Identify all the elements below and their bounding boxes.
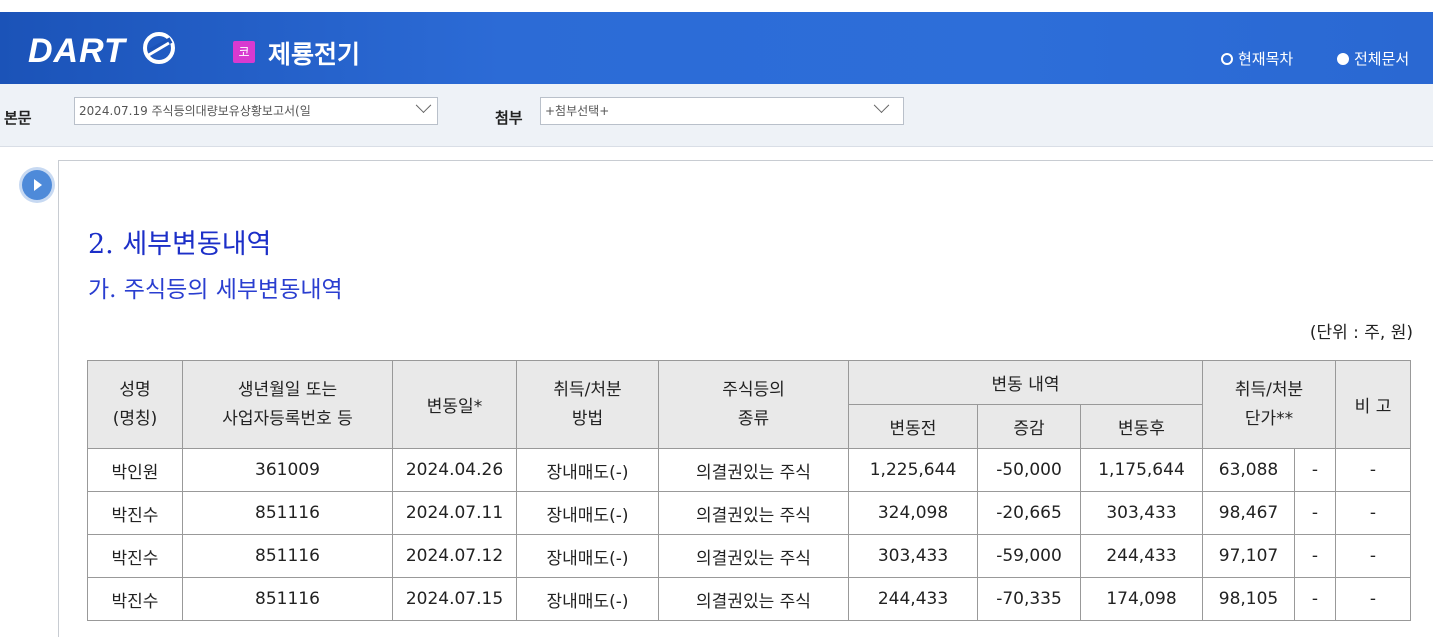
cell-after: 303,433	[1080, 491, 1203, 535]
cell-delta: -70,335	[977, 577, 1081, 621]
toc-toggle-button[interactable]	[22, 170, 52, 200]
table-row: 박인원 361009 2024.04.26 장내매도(-) 의결권있는 주식 1…	[87, 448, 1411, 492]
company-title: 제룡전기	[268, 40, 361, 69]
cell-price: 97,107	[1202, 534, 1295, 578]
cell-before: 1,225,644	[848, 448, 978, 492]
share-change-table: 성명 (명칭) 생년월일 또는 사업자등록번호 등 변동일* 취득/처분 방법 …	[87, 360, 1411, 621]
cell-price: 63,088	[1202, 448, 1295, 492]
header-change-group: 변동 내역	[848, 360, 1203, 405]
attachment-select-value: +첨부선택+	[545, 104, 610, 118]
cell-type: 의결권있는 주식	[658, 491, 849, 535]
cell-price-extra: -	[1294, 448, 1336, 492]
cell-name: 박진수	[87, 534, 183, 578]
table-row: 박진수 851116 2024.07.12 장내매도(-) 의결권있는 주식 3…	[87, 534, 1411, 578]
cell-price: 98,105	[1202, 577, 1295, 621]
cell-name: 박인원	[87, 448, 183, 492]
table-row: 박진수 851116 2024.07.15 장내매도(-) 의결권있는 주식 2…	[87, 577, 1411, 621]
main-document-select[interactable]: 2024.07.19 주식등의대량보유상황보고서(일	[74, 97, 438, 125]
chevron-down-icon	[873, 98, 890, 114]
chevron-down-icon	[415, 98, 432, 114]
section-subheading: 가. 주식등의 세부변동내역	[88, 277, 343, 303]
cell-price: 98,467	[1202, 491, 1295, 535]
cell-method: 장내매도(-)	[516, 534, 659, 578]
cell-after: 1,175,644	[1080, 448, 1203, 492]
cell-price-extra: -	[1294, 491, 1336, 535]
header-method: 취득/처분 방법	[516, 360, 659, 449]
cell-before: 324,098	[848, 491, 978, 535]
cell-id: 851116	[182, 491, 393, 535]
cell-delta: -50,000	[977, 448, 1081, 492]
cell-note: -	[1335, 577, 1411, 621]
cell-after: 244,433	[1080, 534, 1203, 578]
dart-logo[interactable]: DART	[28, 32, 126, 71]
cell-before: 303,433	[848, 534, 978, 578]
company-badge-icon: 코	[233, 41, 255, 63]
cell-date: 2024.04.26	[392, 448, 517, 492]
cell-method: 장내매도(-)	[516, 491, 659, 535]
header-before: 변동전	[848, 404, 978, 449]
header-type: 주식등의 종류	[658, 360, 849, 449]
table-row: 박진수 851116 2024.07.11 장내매도(-) 의결권있는 주식 3…	[87, 491, 1411, 535]
unit-note: (단위 : 주, 원)	[1309, 323, 1413, 343]
cell-note: -	[1335, 534, 1411, 578]
cell-id: 851116	[182, 577, 393, 621]
document-toolbar: 본문 2024.07.19 주식등의대량보유상황보고서(일 첨부 +첨부선택+	[0, 84, 1433, 147]
cell-type: 의결권있는 주식	[658, 448, 849, 492]
view-full-document-option[interactable]: 전체문서	[1337, 48, 1409, 69]
radio-unselected-icon	[1221, 52, 1233, 65]
app-header: DART 코 제룡전기 현재목차 전체문서	[0, 12, 1433, 84]
dart-logo-mark-icon	[143, 32, 175, 64]
cell-delta: -59,000	[977, 534, 1081, 578]
cell-price-extra: -	[1294, 534, 1336, 578]
cell-id: 361009	[182, 448, 393, 492]
cell-method: 장내매도(-)	[516, 577, 659, 621]
attachment-label: 첨부	[495, 109, 523, 127]
header-price: 취득/처분 단가**	[1202, 360, 1336, 449]
cell-note: -	[1335, 491, 1411, 535]
header-date: 변동일*	[392, 360, 517, 449]
main-body-label: 본문	[4, 109, 32, 127]
main-document-select-value: 2024.07.19 주식등의대량보유상황보고서(일	[79, 104, 311, 118]
cell-id: 851116	[182, 534, 393, 578]
cell-delta: -20,665	[977, 491, 1081, 535]
cell-price-extra: -	[1294, 577, 1336, 621]
view-full-document-label: 전체문서	[1354, 50, 1410, 68]
cell-before: 244,433	[848, 577, 978, 621]
cell-after: 174,098	[1080, 577, 1203, 621]
section-heading: 2. 세부변동내역	[88, 229, 272, 260]
view-current-toc-option[interactable]: 현재목차	[1221, 48, 1293, 69]
cell-name: 박진수	[87, 491, 183, 535]
cell-type: 의결권있는 주식	[658, 577, 849, 621]
cell-date: 2024.07.15	[392, 577, 517, 621]
header-id: 생년월일 또는 사업자등록번호 등	[182, 360, 393, 449]
header-name: 성명 (명칭)	[87, 360, 183, 449]
view-current-toc-label: 현재목차	[1238, 50, 1294, 68]
header-delta: 증감	[977, 404, 1081, 449]
header-after: 변동후	[1080, 404, 1203, 449]
attachment-select[interactable]: +첨부선택+	[540, 97, 904, 125]
radio-selected-icon	[1337, 52, 1349, 65]
header-note: 비 고	[1335, 360, 1411, 449]
cell-note: -	[1335, 448, 1411, 492]
cell-name: 박진수	[87, 577, 183, 621]
cell-method: 장내매도(-)	[516, 448, 659, 492]
cell-type: 의결권있는 주식	[658, 534, 849, 578]
cell-date: 2024.07.12	[392, 534, 517, 578]
cell-date: 2024.07.11	[392, 491, 517, 535]
